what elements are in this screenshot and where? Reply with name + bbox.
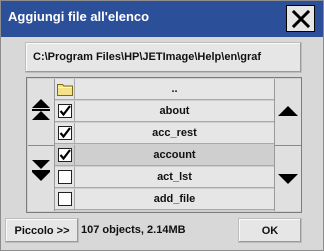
list-item-name: add_file <box>153 193 196 205</box>
folder-icon <box>57 84 73 96</box>
right-nav-column <box>274 79 301 211</box>
page-down-icon <box>32 160 50 181</box>
list-item-name: about <box>159 105 190 117</box>
status-text: 107 objects, 2.14MB <box>81 224 186 236</box>
list-item-selected[interactable]: account <box>55 145 274 166</box>
close-x-icon <box>292 10 310 28</box>
list-item-parent-dir[interactable]: .. <box>55 79 274 100</box>
ok-button[interactable]: OK <box>238 218 302 243</box>
row-icon-cell <box>55 123 75 144</box>
list-item-name: acc_rest <box>152 127 197 139</box>
checkmark-icon <box>59 127 71 139</box>
checkmark-icon <box>59 105 71 117</box>
page-up-icon <box>32 99 50 120</box>
row-checkbox[interactable] <box>58 148 72 162</box>
row-checkbox[interactable] <box>58 104 72 118</box>
ok-button-label: OK <box>261 225 279 237</box>
list-item[interactable]: act_lst <box>55 167 274 188</box>
list-item-name: account <box>153 149 196 161</box>
list-item[interactable]: add_file <box>55 189 274 210</box>
list-item[interactable]: about <box>55 101 274 122</box>
piccolo-button[interactable]: Piccolo >> <box>5 218 79 243</box>
current-path-text: C:\Program Files\HP\JETImage\Help\en\gra… <box>33 51 262 63</box>
add-files-dialog: Aggiungi file all'elenco C:\Program File… <box>0 0 324 251</box>
current-path-field[interactable]: C:\Program Files\HP\JETImage\Help\en\gra… <box>25 42 302 73</box>
row-icon-cell <box>55 167 75 188</box>
scroll-up-button[interactable] <box>275 79 301 145</box>
checkmark-icon <box>59 149 71 161</box>
row-checkbox[interactable] <box>58 126 72 140</box>
row-icon-cell <box>55 79 75 100</box>
page-up-button[interactable] <box>28 79 54 145</box>
list-item-name: act_lst <box>157 171 192 183</box>
list-item[interactable]: acc_rest <box>55 123 274 144</box>
row-checkbox[interactable] <box>58 170 72 184</box>
file-list: .. about acc_rest account act_lst add_fi… <box>26 77 302 213</box>
row-icon-cell <box>55 189 75 210</box>
scroll-up-icon <box>278 106 298 116</box>
row-icon-cell <box>55 145 75 166</box>
dialog-footer: Piccolo >> 107 objects, 2.14MB OK <box>1 214 323 248</box>
file-rows: .. about acc_rest account act_lst add_fi… <box>55 79 274 211</box>
scroll-down-button[interactable] <box>275 146 301 212</box>
row-checkbox[interactable] <box>58 192 72 206</box>
dialog-title: Aggiungi file all'elenco <box>8 9 150 24</box>
scroll-down-icon <box>278 174 298 184</box>
left-nav-column <box>28 79 55 211</box>
close-button[interactable] <box>286 5 315 32</box>
piccolo-button-label: Piccolo >> <box>14 225 70 237</box>
page-down-button[interactable] <box>28 146 54 212</box>
title-bar: Aggiungi file all'elenco <box>1 1 323 37</box>
list-item-name: .. <box>171 83 178 95</box>
row-icon-cell <box>55 101 75 122</box>
